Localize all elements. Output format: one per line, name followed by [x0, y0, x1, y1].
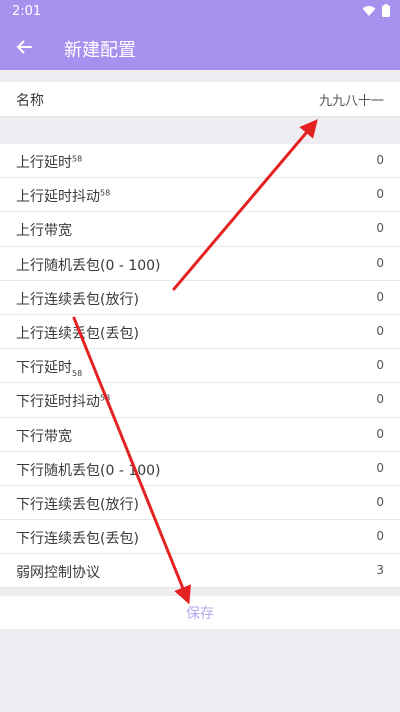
name-field-label: 名称	[16, 93, 44, 109]
settings-row-value[interactable]: 0	[376, 495, 384, 509]
settings-row[interactable]: 上行延时58 0	[0, 144, 400, 179]
settings-list: 上行延时58 0 上行延时抖动58 0 上行带宽 0 上行随机丢包(0 - 100) 0 上行连…	[0, 144, 400, 589]
settings-row-value[interactable]: 0	[376, 427, 384, 441]
settings-row-label: 上行连续丢包(丢包)	[16, 323, 139, 343]
settings-row-label-text: 上行连续丢包(放行)	[16, 291, 139, 308]
wifi-icon	[362, 5, 376, 16]
settings-row-mark: 58	[72, 368, 83, 378]
settings-row-label: 下行延时抖动58	[16, 391, 110, 411]
settings-row-value[interactable]: 0	[376, 358, 384, 372]
settings-row-label-text: 下行随机丢包(0 - 100)	[16, 462, 161, 479]
settings-row-label: 弱网控制协议	[16, 562, 100, 582]
settings-row-value[interactable]: 0	[376, 256, 384, 270]
page-title: 新建配置	[64, 40, 136, 61]
settings-row[interactable]: 上行连续丢包(丢包) 0	[0, 315, 400, 350]
settings-row-value[interactable]: 0	[376, 221, 384, 235]
settings-row[interactable]: 下行连续丢包(放行) 0	[0, 486, 400, 521]
settings-row-value[interactable]: 0	[376, 290, 384, 304]
save-button[interactable]: 保存	[0, 596, 400, 629]
save-bar: 保存	[0, 596, 400, 629]
settings-row-value[interactable]: 0	[376, 153, 384, 167]
settings-row-label: 下行连续丢包(丢包)	[16, 528, 139, 548]
settings-row[interactable]: 下行延时58 0	[0, 349, 400, 384]
settings-row-label: 上行带宽	[16, 220, 72, 240]
settings-row[interactable]: 下行带宽 0	[0, 418, 400, 452]
settings-row-value[interactable]: 0	[376, 392, 384, 406]
name-field-value[interactable]: 九九八十一	[319, 90, 384, 109]
status-bar: 2:01	[0, 0, 400, 24]
settings-row[interactable]: 下行随机丢包(0 - 100) 0	[0, 452, 400, 486]
settings-row-label: 上行随机丢包(0 - 100)	[16, 255, 161, 275]
settings-row-label-text: 下行带宽	[16, 428, 72, 445]
battery-icon	[382, 4, 390, 17]
settings-row-label: 上行延时58	[16, 152, 82, 172]
app-bar: 新建配置	[0, 24, 400, 70]
settings-row-value[interactable]: 0	[376, 187, 384, 201]
settings-row-value[interactable]: 0	[376, 324, 384, 338]
settings-row-label: 下行连续丢包(放行)	[16, 494, 139, 514]
settings-row-label-text: 下行连续丢包(放行)	[16, 496, 139, 513]
settings-row-label: 下行延时58	[16, 357, 82, 378]
settings-row-label-text: 上行带宽	[16, 223, 72, 240]
settings-row-label: 上行连续丢包(放行)	[16, 289, 139, 309]
settings-row-label: 下行带宽	[16, 426, 72, 446]
status-icons	[362, 4, 390, 17]
arrow-left-icon	[16, 40, 32, 54]
settings-row[interactable]: 弱网控制协议 3	[0, 554, 400, 589]
settings-row-value[interactable]: 3	[376, 563, 384, 577]
name-field-row[interactable]: 名称 九九八十一	[0, 82, 400, 117]
settings-row-value[interactable]: 0	[376, 529, 384, 543]
settings-row[interactable]: 上行延时抖动58 0	[0, 178, 400, 213]
settings-row[interactable]: 上行随机丢包(0 - 100) 0	[0, 247, 400, 281]
settings-row[interactable]: 下行连续丢包(丢包) 0	[0, 520, 400, 555]
settings-row-label: 上行延时抖动58	[16, 186, 110, 206]
status-time: 2:01	[12, 4, 42, 19]
settings-row-label-text: 下行延时	[16, 360, 72, 377]
settings-row-mark: 58	[72, 154, 83, 164]
settings-row-label-text: 上行延时抖动	[16, 189, 100, 206]
settings-row[interactable]: 下行延时抖动58 0	[0, 383, 400, 418]
settings-row-label-text: 弱网控制协议	[16, 565, 100, 582]
settings-row-label-text: 上行随机丢包(0 - 100)	[16, 257, 161, 274]
settings-row[interactable]: 上行带宽 0	[0, 212, 400, 247]
settings-row-value[interactable]: 0	[376, 461, 384, 475]
settings-row-label-text: 上行连续丢包(丢包)	[16, 325, 139, 342]
settings-row-mark: 58	[100, 188, 111, 198]
back-button[interactable]	[10, 33, 38, 61]
settings-row-label-text: 下行延时抖动	[16, 394, 100, 411]
settings-row-label-text: 下行连续丢包(丢包)	[16, 531, 139, 548]
settings-row-label: 下行随机丢包(0 - 100)	[16, 460, 161, 480]
settings-row[interactable]: 上行连续丢包(放行) 0	[0, 281, 400, 315]
settings-row-mark: 58	[100, 393, 111, 403]
settings-row-label-text: 上行延时	[16, 155, 72, 171]
